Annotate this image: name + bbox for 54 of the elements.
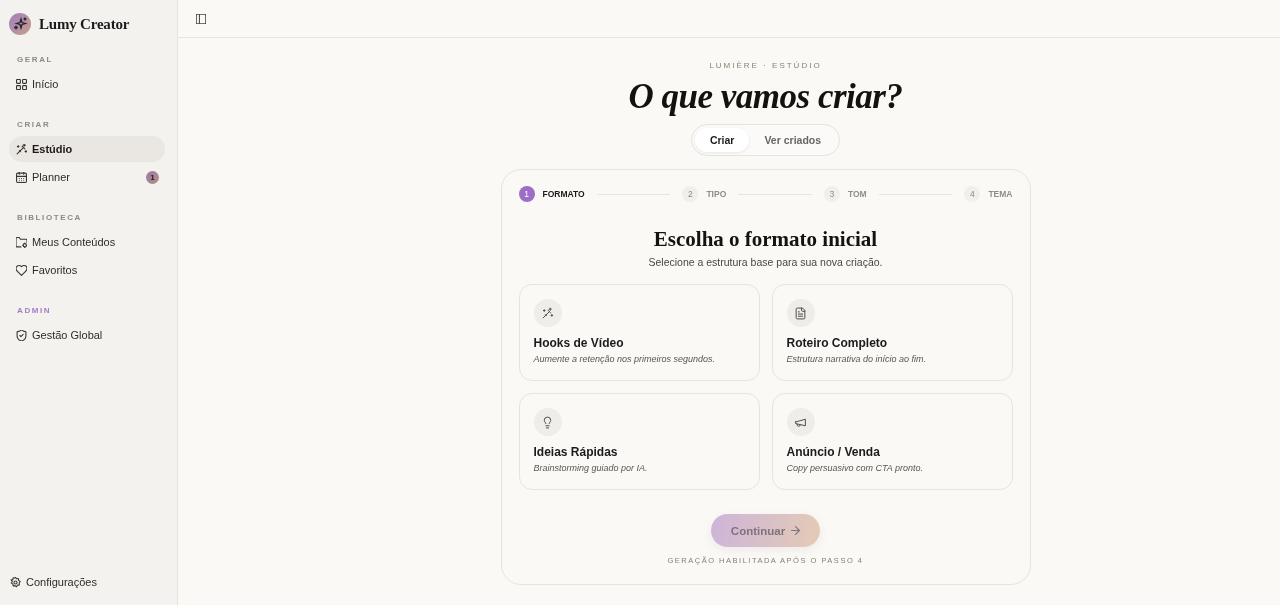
sidebar-icon <box>196 13 206 24</box>
step-number: 4 <box>964 186 981 202</box>
step-number: 2 <box>682 186 699 202</box>
calendar-icon <box>16 171 27 183</box>
document-icon <box>786 299 815 327</box>
step-label: FORMATO <box>542 189 585 199</box>
sidebar-toggle-button[interactable] <box>194 11 208 26</box>
format-title: Roteiro Completo <box>786 335 888 351</box>
section-label: ADMIN <box>16 305 53 317</box>
arrow-right-icon <box>791 526 801 535</box>
settings-link[interactable]: Configurações <box>9 569 165 595</box>
nav-item[interactable]: Gestão Global <box>9 322 165 348</box>
format-card[interactable]: Anúncio / Venda Copy persuasivo com CTA pronto. <box>771 393 1013 490</box>
app-name: Lumy Creator <box>39 15 130 33</box>
step-label: TIPO <box>706 189 727 199</box>
section-label: GERAL <box>16 54 54 66</box>
folder-icon <box>16 236 27 248</box>
settings-icon <box>10 576 21 588</box>
nav-item[interactable]: Favoritos <box>9 257 165 283</box>
nav-item[interactable]: Estúdio <box>9 136 165 162</box>
section-heading: Escolha o formato inicial <box>653 226 878 252</box>
view-tab[interactable]: Criar <box>694 128 750 152</box>
lightbulb-icon <box>533 408 562 436</box>
magic-wand-icon <box>533 299 562 327</box>
format-description: Copy persuasivo com CTA pronto. <box>786 462 924 474</box>
format-card[interactable]: Hooks de Vídeo Aumente a retenção nos primeiros segundos. <box>518 284 760 381</box>
format-title: Anúncio / Venda <box>786 444 880 460</box>
nav-item[interactable]: Meus Conteúdos <box>9 229 165 255</box>
format-card[interactable]: Roteiro Completo Estrutura narrativa do início ao fim. <box>771 284 1013 381</box>
format-title: Hooks de Vídeo <box>533 335 624 351</box>
count-badge: 1 <box>146 170 159 184</box>
step-label: TEMA <box>988 189 1013 199</box>
nav-item[interactable]: Planner 1 <box>9 164 165 190</box>
step-number: 1 <box>518 186 535 202</box>
section-subtitle: Selecione a estrutura base para sua nova criação. <box>648 255 883 269</box>
magic-wand-icon <box>16 143 27 155</box>
format-title: Ideias Rápidas <box>533 444 618 460</box>
eyebrow-label: LUMIÈRE · ESTÚDIO <box>709 61 822 71</box>
format-description: Estrutura narrativa do início ao fim. <box>786 353 927 365</box>
section-label: BIBLIOTECA <box>16 212 83 224</box>
step-number: 3 <box>823 186 840 202</box>
section-label: CRIAR <box>16 119 52 131</box>
step-label: TOM <box>847 189 867 199</box>
megaphone-icon <box>786 408 815 436</box>
grid-icon <box>16 78 27 90</box>
page-title: O que vamos criar? <box>628 77 903 117</box>
format-card[interactable]: Ideias Rápidas Brainstorming guiado por IA. <box>518 393 760 490</box>
logo-icon <box>9 13 31 35</box>
heart-icon <box>16 264 27 276</box>
shield-check-icon <box>16 329 27 341</box>
format-description: Aumente a retenção nos primeiros segundos. <box>533 353 716 365</box>
view-tab[interactable]: Ver criados <box>749 128 837 152</box>
nav-item[interactable]: Início <box>9 71 165 97</box>
format-description: Brainstorming guiado por IA. <box>533 462 648 474</box>
